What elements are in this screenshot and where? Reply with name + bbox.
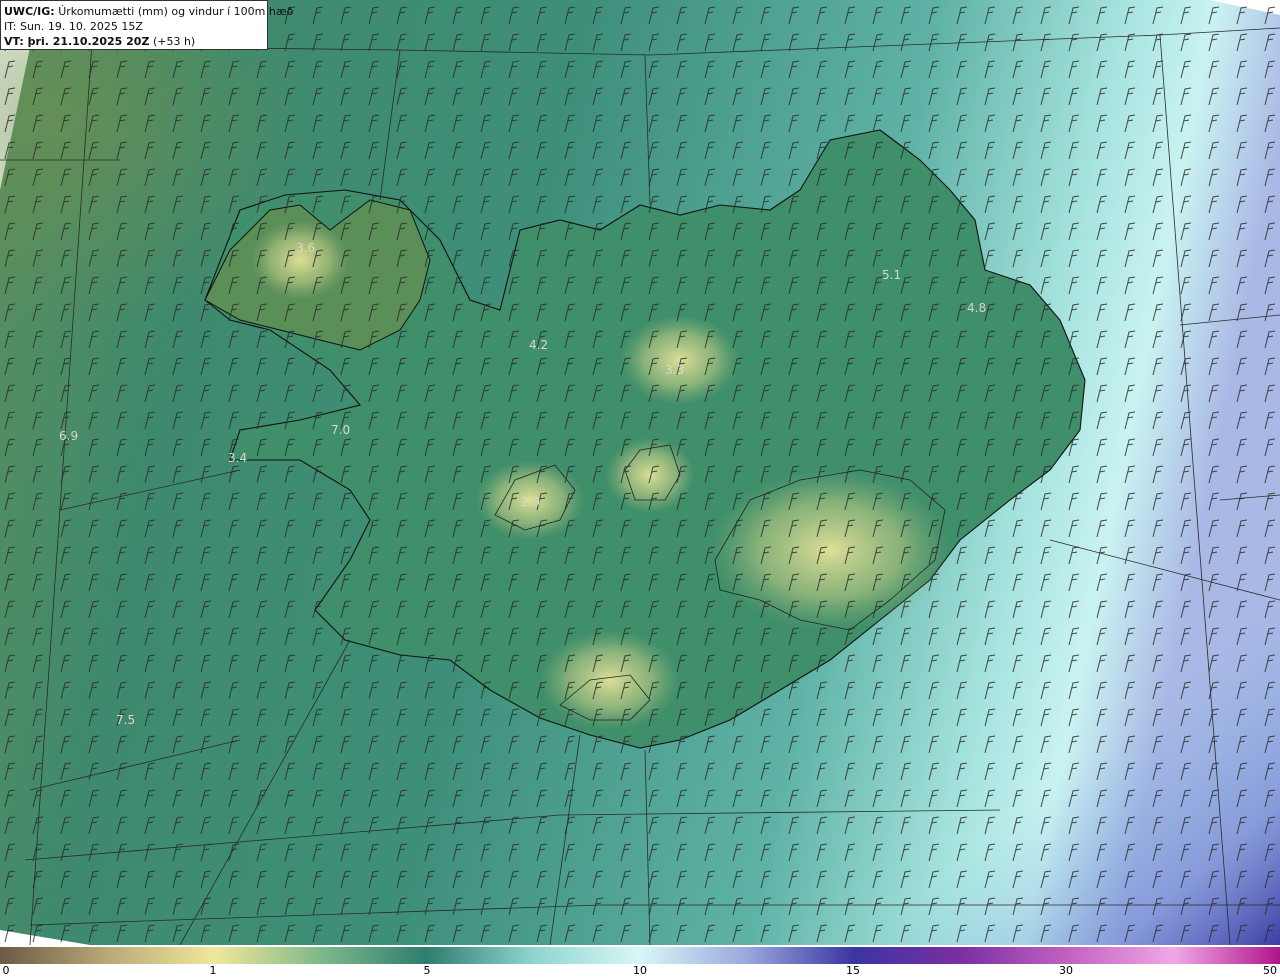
- map-label-6-9: 6.9: [59, 429, 78, 443]
- valid-time-row: VT: þri. 21.10.2025 20Z (+53 h): [4, 34, 264, 49]
- colorbar-tick-50: 50: [1263, 964, 1277, 977]
- map-label-4-2: 4.2: [529, 338, 548, 352]
- map-label-7-5: 7.5: [116, 713, 135, 727]
- colorbar-tick-5: 5: [423, 964, 431, 977]
- colorbar-tick-0: 0: [2, 964, 10, 977]
- colorbar-tick-10: 10: [633, 964, 647, 977]
- colorbar-tick-1: 1: [209, 964, 217, 977]
- map-canvas: 3.6 5.1 4.8 4.2 3.3 6.9 7.0 3.4 2.9 7.5: [0, 0, 1280, 945]
- model-name: UWC/IG:: [4, 5, 55, 18]
- weather-map: 3.6 5.1 4.8 4.2 3.3 6.9 7.0 3.4 2.9 7.5 …: [0, 0, 1280, 945]
- map-title: Úrkomumætti (mm) og vindur í 100m hæð: [58, 5, 294, 18]
- map-info-box: UWC/IG: Úrkomumætti (mm) og vindur í 100…: [0, 0, 293, 50]
- colorbar-strip: [0, 947, 1280, 964]
- valid-time: VT: þri. 21.10.2025 20Z: [4, 35, 150, 48]
- map-label-5-1: 5.1: [882, 268, 901, 282]
- map-label-3-4: 3.4: [228, 451, 247, 465]
- init-time: IT: Sun. 19. 10. 2025 15Z: [4, 20, 143, 33]
- title-row: UWC/IG: Úrkomumætti (mm) og vindur í 100…: [4, 4, 293, 19]
- colorbar-tick-30: 30: [1059, 964, 1073, 977]
- colorbar-tick-15: 15: [846, 964, 860, 977]
- lead-time: (+53 h): [152, 35, 196, 48]
- map-label-7-0: 7.0: [331, 423, 350, 437]
- map-label-3-6: 3.6: [296, 241, 315, 255]
- map-label-3-3: 3.3: [665, 363, 684, 377]
- colorbar: 0 1 5 10 15 30 50: [0, 945, 1280, 978]
- wind-barbs-layer: [0, 0, 1280, 945]
- map-label-4-8: 4.8: [967, 301, 986, 315]
- map-label-2-9: 2.9: [521, 495, 540, 509]
